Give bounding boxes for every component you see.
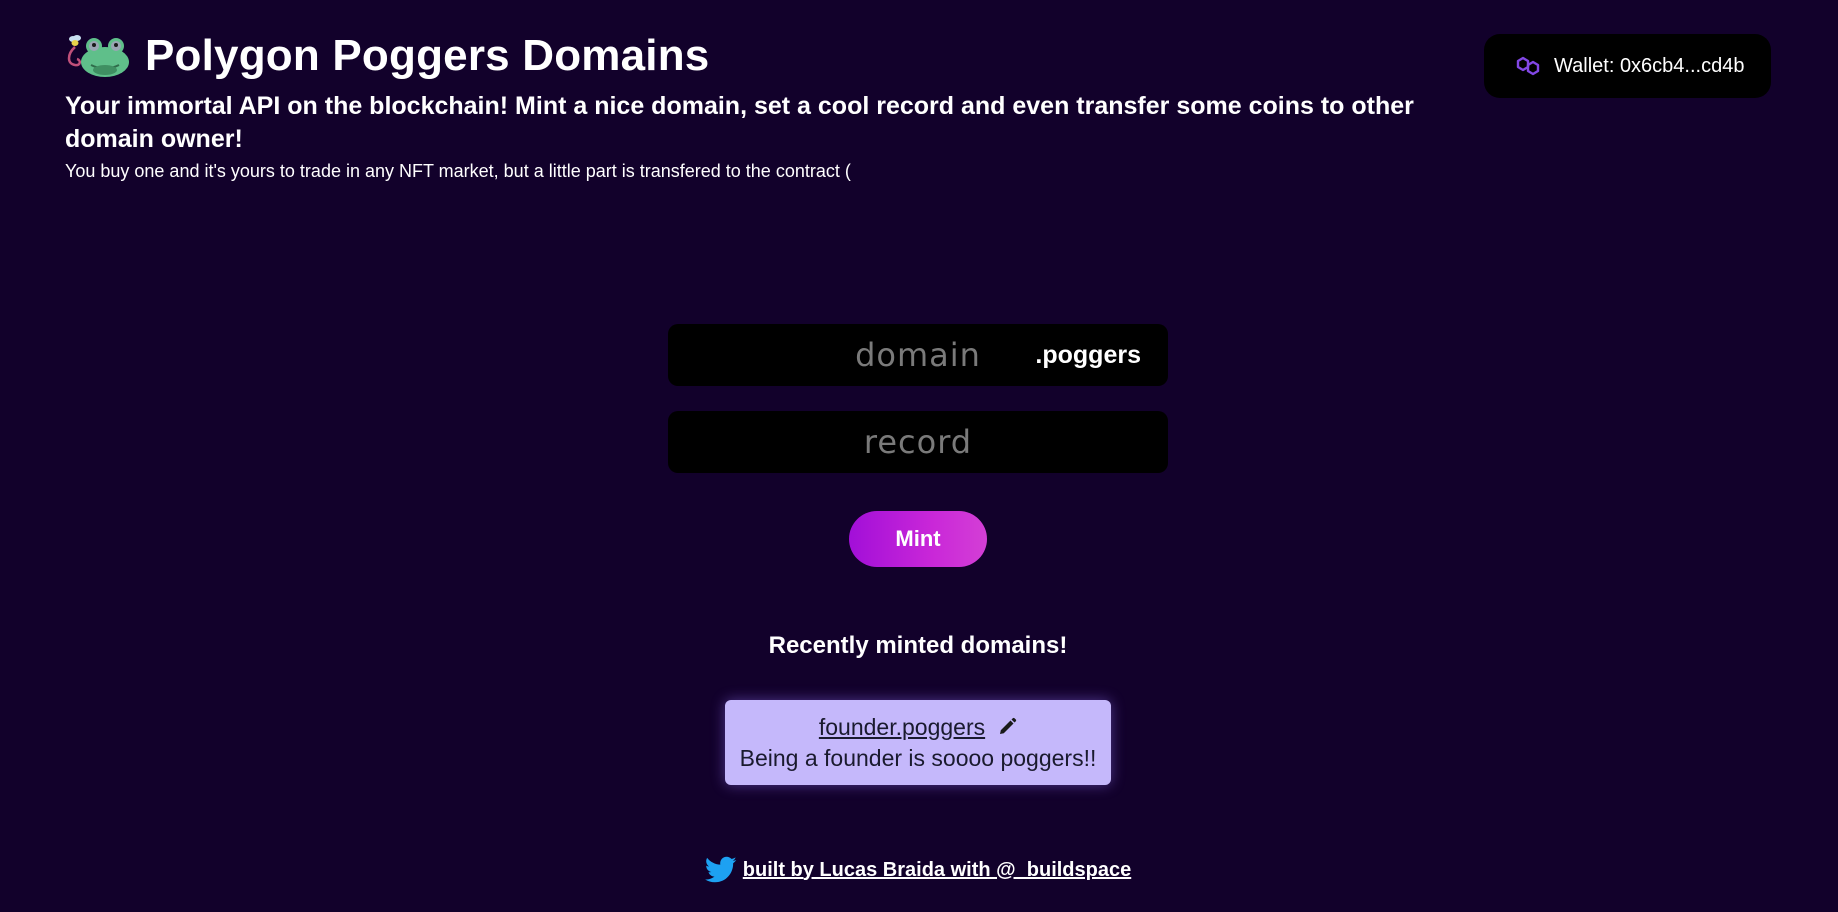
twitter-icon [704, 856, 737, 883]
record-field [668, 411, 1168, 473]
domain-record-text: Being a founder is soooo poggers!! [739, 745, 1097, 771]
page-title: Polygon Poggers Domains [145, 31, 710, 80]
mint-button[interactable]: Mint [849, 511, 987, 567]
domain-card: founder.poggers Being a founder is soooo… [725, 700, 1111, 785]
wallet-badge[interactable]: Wallet: 0x6cb4...cd4b [1484, 34, 1771, 98]
frog-logo-icon [67, 35, 129, 77]
polygon-icon [1516, 56, 1540, 76]
footer-credit-link[interactable]: built by Lucas Braida with @_buildspace [743, 859, 1131, 882]
footer: built by Lucas Braida with @_buildspace [0, 856, 1836, 884]
wallet-address: Wallet: 0x6cb4...cd4b [1554, 54, 1745, 77]
page-subtext: You buy one and it's yours to trade in a… [65, 161, 851, 181]
page-subtitle: Your immortal API on the blockchain! Min… [65, 92, 1414, 153]
domain-card-header: founder.poggers [725, 712, 1111, 742]
pencil-edit-icon[interactable] [997, 717, 1017, 737]
title-row: Polygon Poggers Domains [65, 30, 1465, 82]
domain-link[interactable]: founder.poggers [819, 714, 985, 741]
domain-field: .poggers [668, 324, 1168, 386]
record-input[interactable] [668, 411, 1168, 473]
page-header: Polygon Poggers Domains Your immortal AP… [65, 30, 1465, 182]
recent-domains-heading: Recently minted domains! [768, 632, 1068, 659]
domain-tld-label: .poggers [1035, 341, 1141, 369]
